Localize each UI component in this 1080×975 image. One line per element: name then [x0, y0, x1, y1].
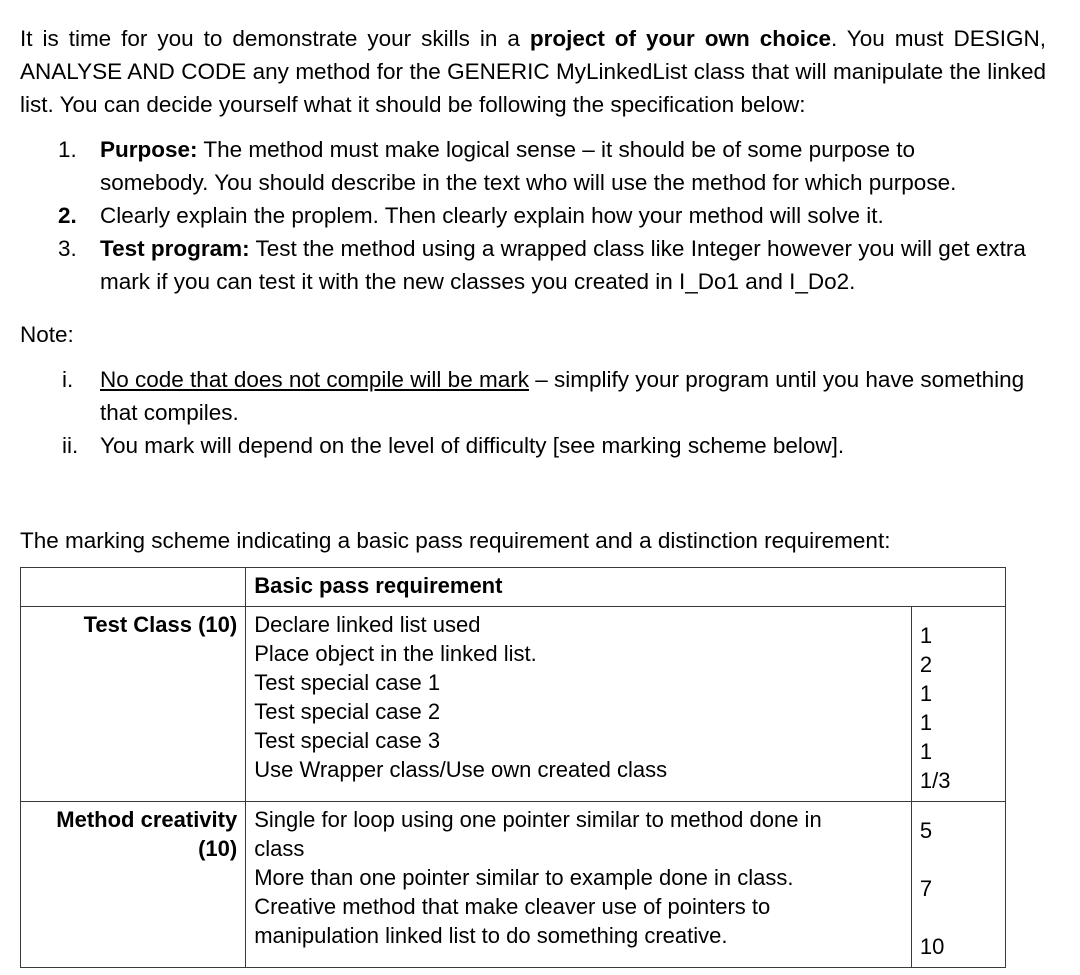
mark-value-blank: . [920, 903, 997, 932]
row-category-test-class: Test Class (10) [19, 606, 247, 802]
mark-value: 5 [919, 818, 933, 843]
list-item: ii. You mark will depend on the level of… [18, 429, 1050, 462]
list-item-body: You mark will depend on the level of dif… [100, 429, 1050, 462]
mark-value: 1 [919, 681, 933, 706]
marking-scheme-table: Basic pass requirement Test Class (10) D… [19, 567, 1007, 968]
intro-paragraph: It is time for you to demonstrate your s… [20, 22, 1046, 121]
list-item: 1. Purpose: The method must make logical… [18, 133, 1050, 199]
list-item: 2. Clearly explain the proplem. Then cle… [18, 199, 1050, 232]
description-line: Test special case 1 [254, 670, 441, 695]
list-marker: ii. [62, 433, 79, 458]
list-marker: 3. [58, 236, 77, 261]
description-line: manipulation linked list to do something… [254, 923, 728, 948]
description-line: Creative method that make cleaver use of… [254, 894, 771, 919]
list-item-text: The method must make logical sense – it … [100, 137, 957, 195]
list-item-body: No code that does not compile will be ma… [100, 363, 1050, 429]
table-header-requirement: Basic pass requirement [245, 567, 1006, 607]
list-item-body: Clearly explain the proplem. Then clearl… [100, 199, 1050, 232]
table-row: Method creativity (10) Single for loop u… [19, 801, 1007, 968]
category-line: (10) [198, 836, 238, 861]
list-item: i. No code that does not compile will be… [18, 363, 1050, 429]
list-item-lead: Test program: [100, 236, 250, 261]
mark-value: 1 [919, 623, 933, 648]
row-descriptions-method-creativity: Single for loop using one pointer simila… [245, 801, 912, 968]
list-item-body: Test program: Test the method using a wr… [100, 232, 1050, 298]
mark-value: 7 [919, 876, 933, 901]
mark-value: 2 [919, 652, 933, 677]
row-category-method-creativity: Method creativity (10) [19, 801, 247, 968]
row-marks-method-creativity: 5 . 7 . 10 [910, 801, 1007, 968]
row-marks-test-class: 1 2 1 1 1 1/3 [910, 606, 1007, 802]
description-line: Declare linked list used [254, 612, 481, 637]
description-line: class [254, 836, 305, 861]
list-marker: 1. [58, 137, 77, 162]
table-header-row: Basic pass requirement [19, 567, 1006, 607]
description-line: Use Wrapper class/Use own created class [254, 757, 668, 782]
list-marker: 2. [58, 203, 77, 228]
description-line: More than one pointer similar to example… [254, 865, 794, 890]
mark-value: 10 [919, 934, 945, 959]
list-item-text: Clearly explain the proplem. Then clearl… [100, 203, 884, 228]
mark-lines: 5 . 7 . 10 [920, 805, 997, 961]
description-lines: Single for loop using one pointer simila… [254, 805, 903, 950]
intro-text-part1: It is time for you to demonstrate your s… [20, 26, 530, 51]
scheme-intro-text: The marking scheme indicating a basic pa… [20, 528, 891, 553]
mark-value: 1 [919, 739, 933, 764]
list-item: 3. Test program: Test the method using a… [18, 232, 1050, 298]
mark-value-blank: . [920, 845, 997, 874]
table-row: Test Class (10) Declare linked list used… [19, 606, 1007, 802]
note-text: You mark will depend on the level of dif… [100, 433, 845, 458]
note-underlined-text: No code that does not compile will be ma… [100, 367, 529, 392]
intro-bold-phrase: project of your own choice [529, 26, 831, 51]
mark-lines: 1 2 1 1 1 1/3 [920, 610, 997, 795]
mark-value: 1 [919, 710, 933, 735]
description-line: Test special case 2 [254, 699, 441, 724]
list-item-lead: Purpose: [100, 137, 198, 162]
description-line: Test special case 3 [254, 728, 441, 753]
description-lines: Declare linked list used Place object in… [254, 610, 903, 784]
row-descriptions-test-class: Declare linked list used Place object in… [245, 606, 912, 802]
table-header-category [19, 567, 247, 607]
list-item-body: Purpose: The method must make logical se… [100, 133, 1050, 199]
document-page: It is time for you to demonstrate your s… [0, 0, 1080, 975]
list-marker: i. [62, 367, 74, 392]
description-line: Place object in the linked list. [254, 641, 537, 666]
notes-list: i. No code that does not compile will be… [18, 363, 1050, 462]
requirements-list: 1. Purpose: The method must make logical… [18, 133, 1050, 298]
mark-value: 1/3 [919, 768, 951, 793]
category-line: Method creativity [56, 807, 238, 832]
note-label: Note: [20, 322, 74, 347]
description-line: Single for loop using one pointer simila… [254, 807, 822, 832]
